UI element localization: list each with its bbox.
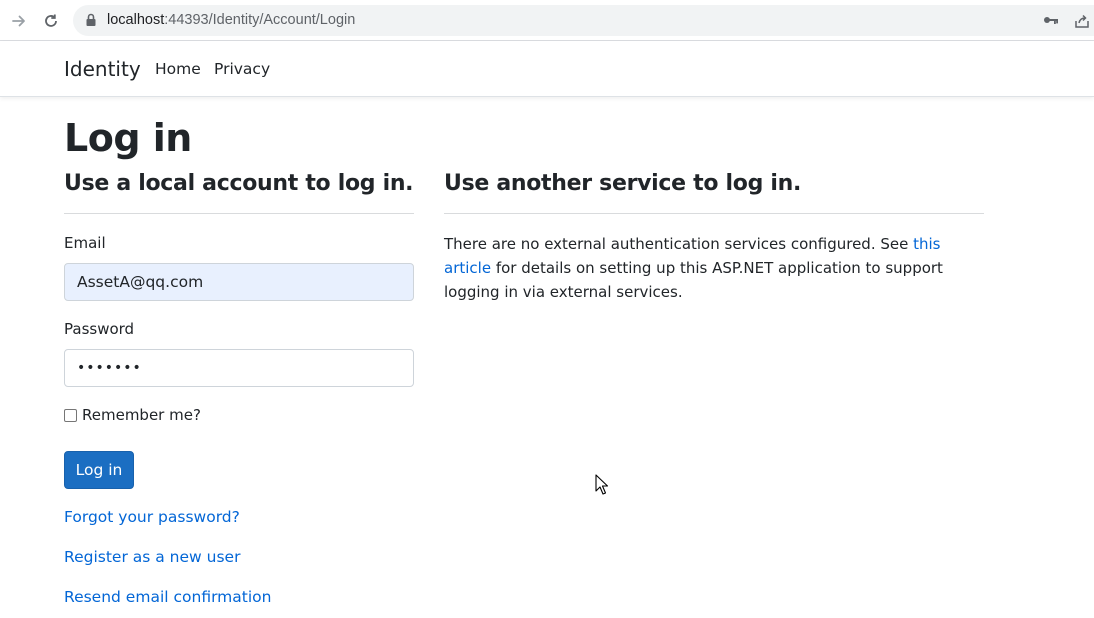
external-text-before: There are no external authentication ser… [444,235,914,253]
local-account-heading: Use a local account to log in. [64,171,414,196]
external-service-heading: Use another service to log in. [444,171,802,196]
browser-toolbar: localhost:44393/Identity/Account/Login [0,0,1094,41]
forward-icon[interactable] [8,10,30,32]
share-icon[interactable] [1074,13,1090,34]
login-button[interactable]: Log in [64,451,134,489]
site-navbar: Identity Home Privacy [0,41,1094,97]
password-label: Password [64,320,135,338]
remember-me-checkbox[interactable] [64,408,77,422]
key-icon[interactable] [1043,13,1059,32]
nav-link-privacy[interactable]: Privacy [214,60,270,78]
url-text: localhost:44393/Identity/Account/Login [107,12,356,28]
navbar-brand[interactable]: Identity [64,57,141,81]
mouse-cursor-icon [595,474,609,501]
local-divider [64,213,414,214]
password-field[interactable]: ••••••• [64,349,414,387]
reload-icon[interactable] [40,10,62,32]
external-services-text: There are no external authentication ser… [444,232,984,304]
lock-icon[interactable] [85,13,97,32]
register-link[interactable]: Register as a new user [64,548,240,566]
page-title: Log in [64,116,192,160]
remember-me-row: Remember me? [64,406,201,424]
nav-link-home[interactable]: Home [155,60,201,78]
email-label: Email [64,234,106,252]
forgot-password-link[interactable]: Forgot your password? [64,508,240,526]
external-text-after: for details on setting up this ASP.NET a… [444,259,943,301]
email-field[interactable] [64,263,414,301]
remember-me-label[interactable]: Remember me? [82,406,201,424]
external-divider [444,213,984,214]
address-bar[interactable]: localhost:44393/Identity/Account/Login [73,5,1094,36]
resend-confirmation-link[interactable]: Resend email confirmation [64,588,271,606]
